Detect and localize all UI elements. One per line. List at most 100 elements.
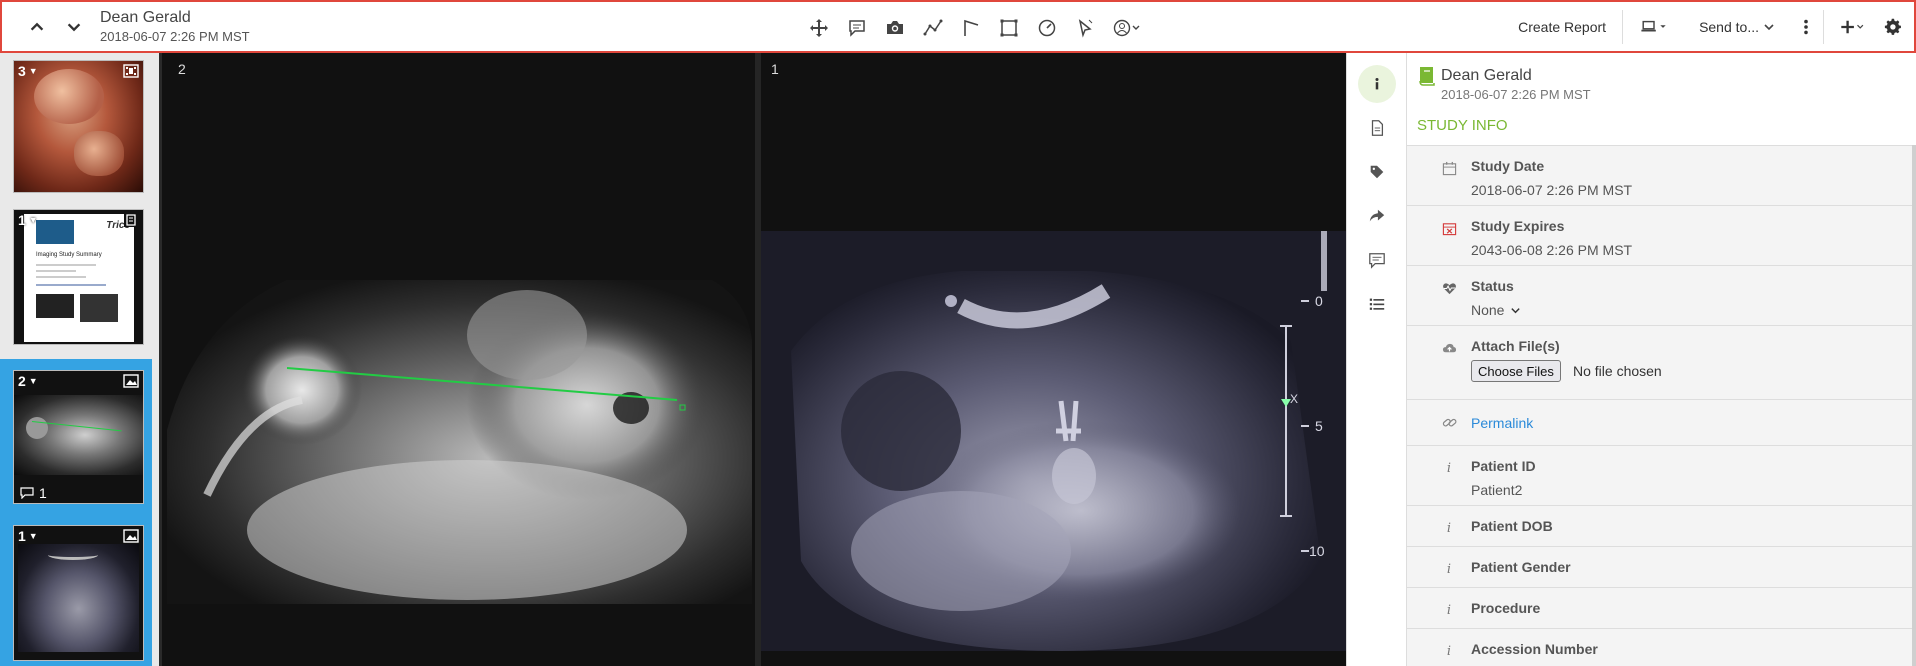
previous-study-button[interactable] <box>24 12 50 42</box>
tab-list[interactable] <box>1358 285 1396 323</box>
polyline-tool-button[interactable] <box>914 16 952 40</box>
calendar-icon <box>1441 160 1457 176</box>
field-value: 2018-06-07 2:26 PM MST <box>1471 182 1633 198</box>
info-icon: i <box>1446 520 1452 536</box>
ellipse-tool-button[interactable] <box>1028 16 1066 40</box>
pointer-tool-button[interactable] <box>1066 16 1104 40</box>
tab-study-info[interactable] <box>1358 65 1396 103</box>
comment-icon <box>1369 253 1385 269</box>
ultrasound-image[interactable] <box>167 280 752 604</box>
report-icon <box>124 213 138 227</box>
chevron-up-icon <box>30 22 44 31</box>
add-dropdown[interactable] <box>1824 10 1876 44</box>
field-label: Study Expires <box>1471 218 1565 234</box>
rectangle-icon <box>1000 19 1018 37</box>
field-label: Patient Gender <box>1471 559 1571 575</box>
field-label: Patient ID <box>1471 458 1536 474</box>
thumbnail-number[interactable]: 2 ▼ <box>18 373 38 389</box>
comment-icon <box>20 487 34 499</box>
depth-scale-label: X <box>1290 392 1298 406</box>
heartbeat-icon <box>1441 280 1457 296</box>
field-label: Patient DOB <box>1471 518 1553 534</box>
series-thumbnail[interactable]: Trice Imaging Study Summary 1 ▼ <box>13 209 144 345</box>
annotation-count[interactable]: 1 <box>20 485 47 501</box>
pointer-icon <box>1078 19 1093 38</box>
series-thumbnail[interactable]: 3 ▼ <box>13 60 144 193</box>
image-icon <box>123 374 139 388</box>
next-study-button[interactable] <box>61 12 87 42</box>
info-icon: i <box>1446 643 1452 659</box>
polyline-icon <box>923 19 943 36</box>
panel-patient-name: Dean Gerald <box>1441 67 1532 84</box>
series-thumbnail-strip: 3 ▼ Trice Imaging Study Summary 1 ▼ 2 ▼ … <box>0 53 162 666</box>
panel-study-datetime: 2018-06-07 2:26 PM MST <box>1441 87 1591 102</box>
field-label: Procedure <box>1471 600 1541 616</box>
annotation-tool-button[interactable] <box>838 16 876 40</box>
chevron-down-icon <box>1764 24 1774 31</box>
gear-icon <box>1884 18 1901 35</box>
send-to-dropdown[interactable]: Send to... <box>1685 10 1789 44</box>
report-page-preview: Trice Imaging Study Summary <box>24 214 134 342</box>
info-icon: i <box>1446 460 1452 476</box>
measurement-tools <box>800 16 1150 40</box>
viewport-label: 2 <box>178 61 186 77</box>
thumbnail-slot: 3 ▼ <box>0 53 152 199</box>
user-tool-dropdown[interactable] <box>1104 16 1150 40</box>
field-patient-gender: i Patient Gender <box>1407 547 1912 588</box>
tab-share[interactable] <box>1358 197 1396 235</box>
choose-files-button[interactable]: Choose Files <box>1471 360 1561 382</box>
top-toolbar: Dean Gerald 2018-06-07 2:26 PM MST Creat… <box>0 0 1916 53</box>
right-toolbar: Create Report Send to... <box>1508 10 1914 44</box>
viewport-label: 1 <box>771 61 779 77</box>
snapshot-tool-button[interactable] <box>876 16 914 40</box>
list-icon <box>1369 298 1385 310</box>
comment-icon <box>849 20 865 37</box>
panel-scrollbar[interactable] <box>1912 145 1916 666</box>
info-icon: i <box>1446 602 1452 618</box>
field-permalink: Permalink <box>1407 400 1912 446</box>
section-title: STUDY INFO <box>1417 117 1508 134</box>
document-icon <box>1371 120 1384 136</box>
thumbnail-number[interactable]: 1 ▼ <box>18 212 38 228</box>
report-title: Imaging Study Summary <box>36 252 102 258</box>
field-value: Patient2 <box>1471 482 1523 498</box>
camera-icon <box>887 21 903 34</box>
tag-icon <box>1370 165 1384 179</box>
user-circle-icon <box>1113 19 1140 37</box>
calendar-x-icon <box>1441 220 1457 236</box>
plus-icon <box>1841 20 1864 34</box>
thumbnail-number[interactable]: 3 ▼ <box>18 63 38 79</box>
status-dropdown[interactable]: None <box>1471 302 1521 318</box>
more-options-button[interactable] <box>1789 10 1823 44</box>
series-thumbnail[interactable]: 2 ▼ 1 <box>13 370 144 504</box>
field-label: Attach File(s) <box>1471 338 1560 354</box>
field-study-expires: Study Expires 2043-06-08 2:26 PM MST <box>1407 206 1912 266</box>
permalink-link[interactable]: Permalink <box>1471 415 1533 431</box>
move-tool-button[interactable] <box>800 16 838 40</box>
send-to-label: Send to... <box>1699 19 1759 35</box>
ultrasound-image[interactable]: 0 X 5 10 <box>761 231 1346 651</box>
viewport-left[interactable]: 2 <box>162 53 755 666</box>
tab-comments[interactable] <box>1358 241 1396 279</box>
rectangle-tool-button[interactable] <box>990 16 1028 40</box>
tab-tags[interactable] <box>1358 153 1396 191</box>
series-thumbnail[interactable]: 1 ▼ <box>13 525 144 661</box>
display-dropdown[interactable] <box>1623 10 1685 44</box>
angle-icon <box>964 19 979 36</box>
thumbnail-number[interactable]: 1 ▼ <box>18 528 38 544</box>
depth-scale-label: 0 <box>1315 293 1323 309</box>
info-icon: i <box>1446 561 1452 577</box>
viewport-right[interactable]: 1 0 X 5 10 <box>761 53 1346 666</box>
angle-tool-button[interactable] <box>952 16 990 40</box>
settings-button[interactable] <box>1876 10 1914 44</box>
create-report-button[interactable]: Create Report <box>1508 10 1622 44</box>
field-status: Status None <box>1407 266 1912 326</box>
image-viewer: 2 1 0 X 5 10 <box>162 53 1346 666</box>
field-patient-dob: i Patient DOB <box>1407 506 1912 547</box>
cloud-upload-icon <box>1441 340 1457 356</box>
field-patient-id: i Patient ID Patient2 <box>1407 446 1912 506</box>
patient-name: Dean Gerald <box>100 9 191 26</box>
field-label: Status <box>1471 278 1514 294</box>
tab-documents[interactable] <box>1358 109 1396 147</box>
study-info-panel: Dean Gerald 2018-06-07 2:26 PM MST STUDY… <box>1406 53 1916 666</box>
